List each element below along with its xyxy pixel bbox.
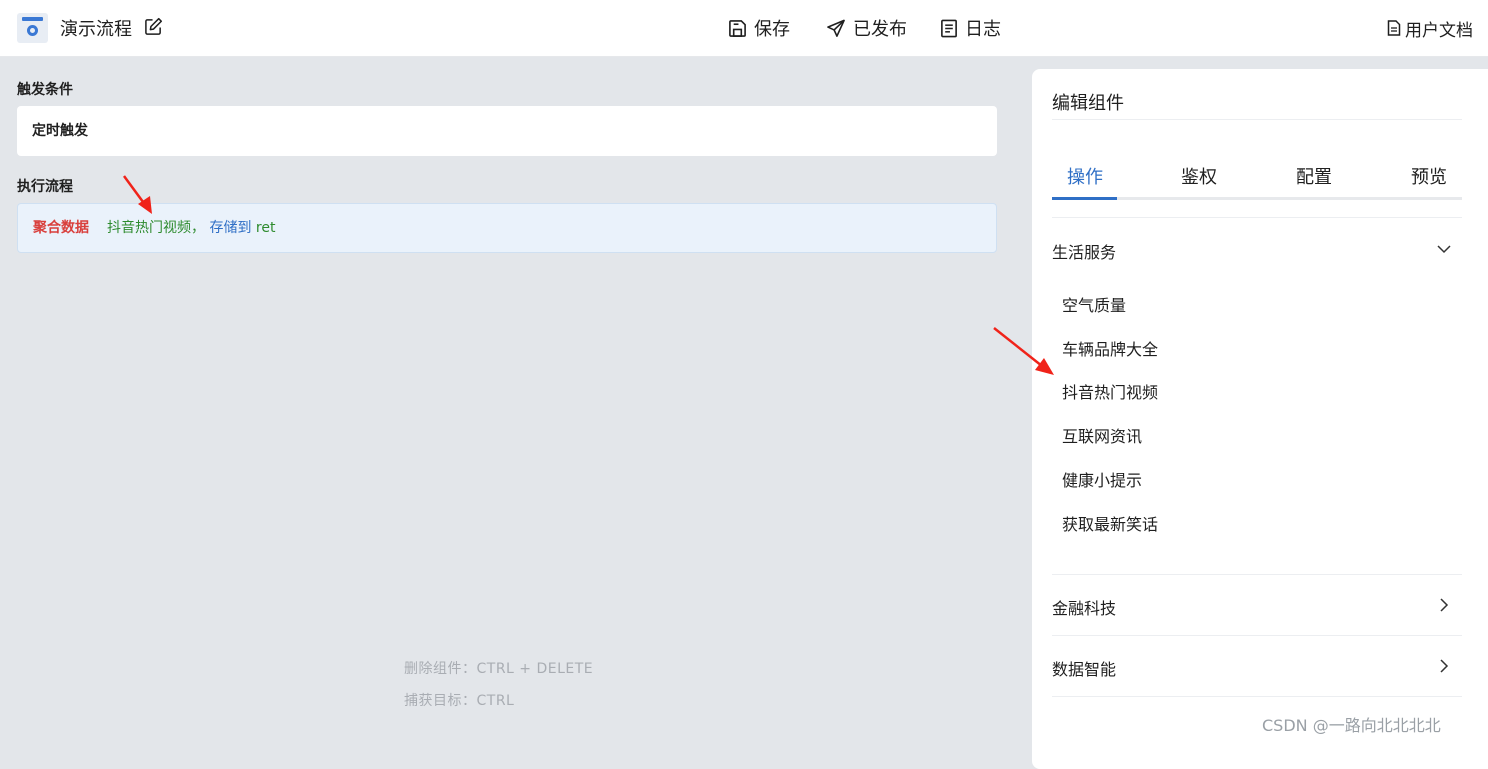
tab-preview[interactable]: 预览 — [1411, 163, 1447, 189]
component-item[interactable]: 获取最新笑话 — [1062, 511, 1158, 535]
flow-title: 演示流程 — [60, 19, 132, 40]
divider — [1052, 574, 1462, 575]
publish-button[interactable]: 已发布 — [826, 15, 907, 41]
watermark: CSDN @一路向北北北北 — [1262, 716, 1441, 735]
category-fintech[interactable]: 金融科技 — [1052, 595, 1462, 625]
save-label: 保存 — [754, 19, 790, 40]
category-label: 数据智能 — [1052, 660, 1117, 679]
flow-heading: 执行流程 — [17, 179, 73, 195]
chevron-right-icon — [1440, 598, 1449, 612]
flow-step-source: 抖音热门视频， — [107, 220, 205, 236]
component-item[interactable]: 健康小提示 — [1062, 467, 1142, 491]
delete-shortcut-hint: 删除组件：CTRL + DELETE — [404, 661, 594, 677]
user-docs-link[interactable]: 用户文档 — [1387, 15, 1473, 41]
annotation-arrow-icon — [122, 175, 152, 214]
annotation-arrow-icon — [993, 327, 1054, 375]
divider — [1052, 217, 1462, 218]
tab-operation[interactable]: 操作 — [1067, 163, 1103, 189]
tab-auth[interactable]: 鉴权 — [1181, 163, 1217, 189]
save-icon — [729, 19, 746, 37]
component-item[interactable]: 互联网资讯 — [1062, 423, 1142, 447]
panel-title: 编辑组件 — [1052, 93, 1124, 114]
top-bar: 演示流程 保存 已发布 日志 用户文档 — [0, 0, 1488, 57]
divider — [1052, 696, 1462, 697]
flow-step-variable: ret — [255, 220, 276, 236]
panel-tabs: 操作 鉴权 配置 预览 — [1052, 163, 1462, 200]
category-life-services[interactable]: 生活服务 — [1052, 239, 1462, 269]
chevron-down-icon — [1437, 245, 1451, 254]
log-icon — [941, 19, 957, 37]
document-icon — [1387, 20, 1401, 36]
trigger-card[interactable]: 定时触发 — [17, 106, 997, 156]
category-label: 金融科技 — [1052, 599, 1117, 618]
category-label: 生活服务 — [1052, 243, 1117, 262]
log-button[interactable]: 日志 — [940, 15, 1001, 41]
flow-step-store-text: 存储到 — [209, 220, 252, 236]
edit-icon[interactable] — [144, 17, 163, 36]
send-icon — [827, 19, 845, 37]
active-tab-indicator — [1052, 197, 1117, 200]
category-data-intelligence[interactable]: 数据智能 — [1052, 656, 1462, 686]
divider — [1052, 635, 1462, 636]
tab-config[interactable]: 配置 — [1296, 163, 1332, 189]
capture-shortcut-hint: 捕获目标：CTRL — [404, 693, 515, 709]
divider — [1052, 119, 1462, 120]
chevron-right-icon — [1440, 659, 1449, 673]
save-button[interactable]: 保存 — [728, 15, 790, 41]
component-item[interactable]: 空气质量 — [1062, 292, 1126, 316]
user-docs-label: 用户文档 — [1405, 20, 1473, 41]
flow-step-card[interactable]: 聚合数据 抖音热门视频， 存储到 ret — [17, 203, 997, 253]
publish-label: 已发布 — [853, 19, 907, 40]
log-label: 日志 — [965, 19, 1001, 40]
component-item[interactable]: 抖音热门视频 — [1062, 379, 1158, 403]
flow-step-operation: 聚合数据 — [33, 220, 89, 236]
trigger-heading: 触发条件 — [17, 82, 73, 98]
app-logo-icon — [17, 13, 48, 43]
component-item[interactable]: 车辆品牌大全 — [1062, 336, 1158, 360]
edit-component-panel: 编辑组件 操作 鉴权 配置 预览 生活服务 空气质量 车辆品牌大全 抖音热门视频… — [1032, 69, 1488, 769]
